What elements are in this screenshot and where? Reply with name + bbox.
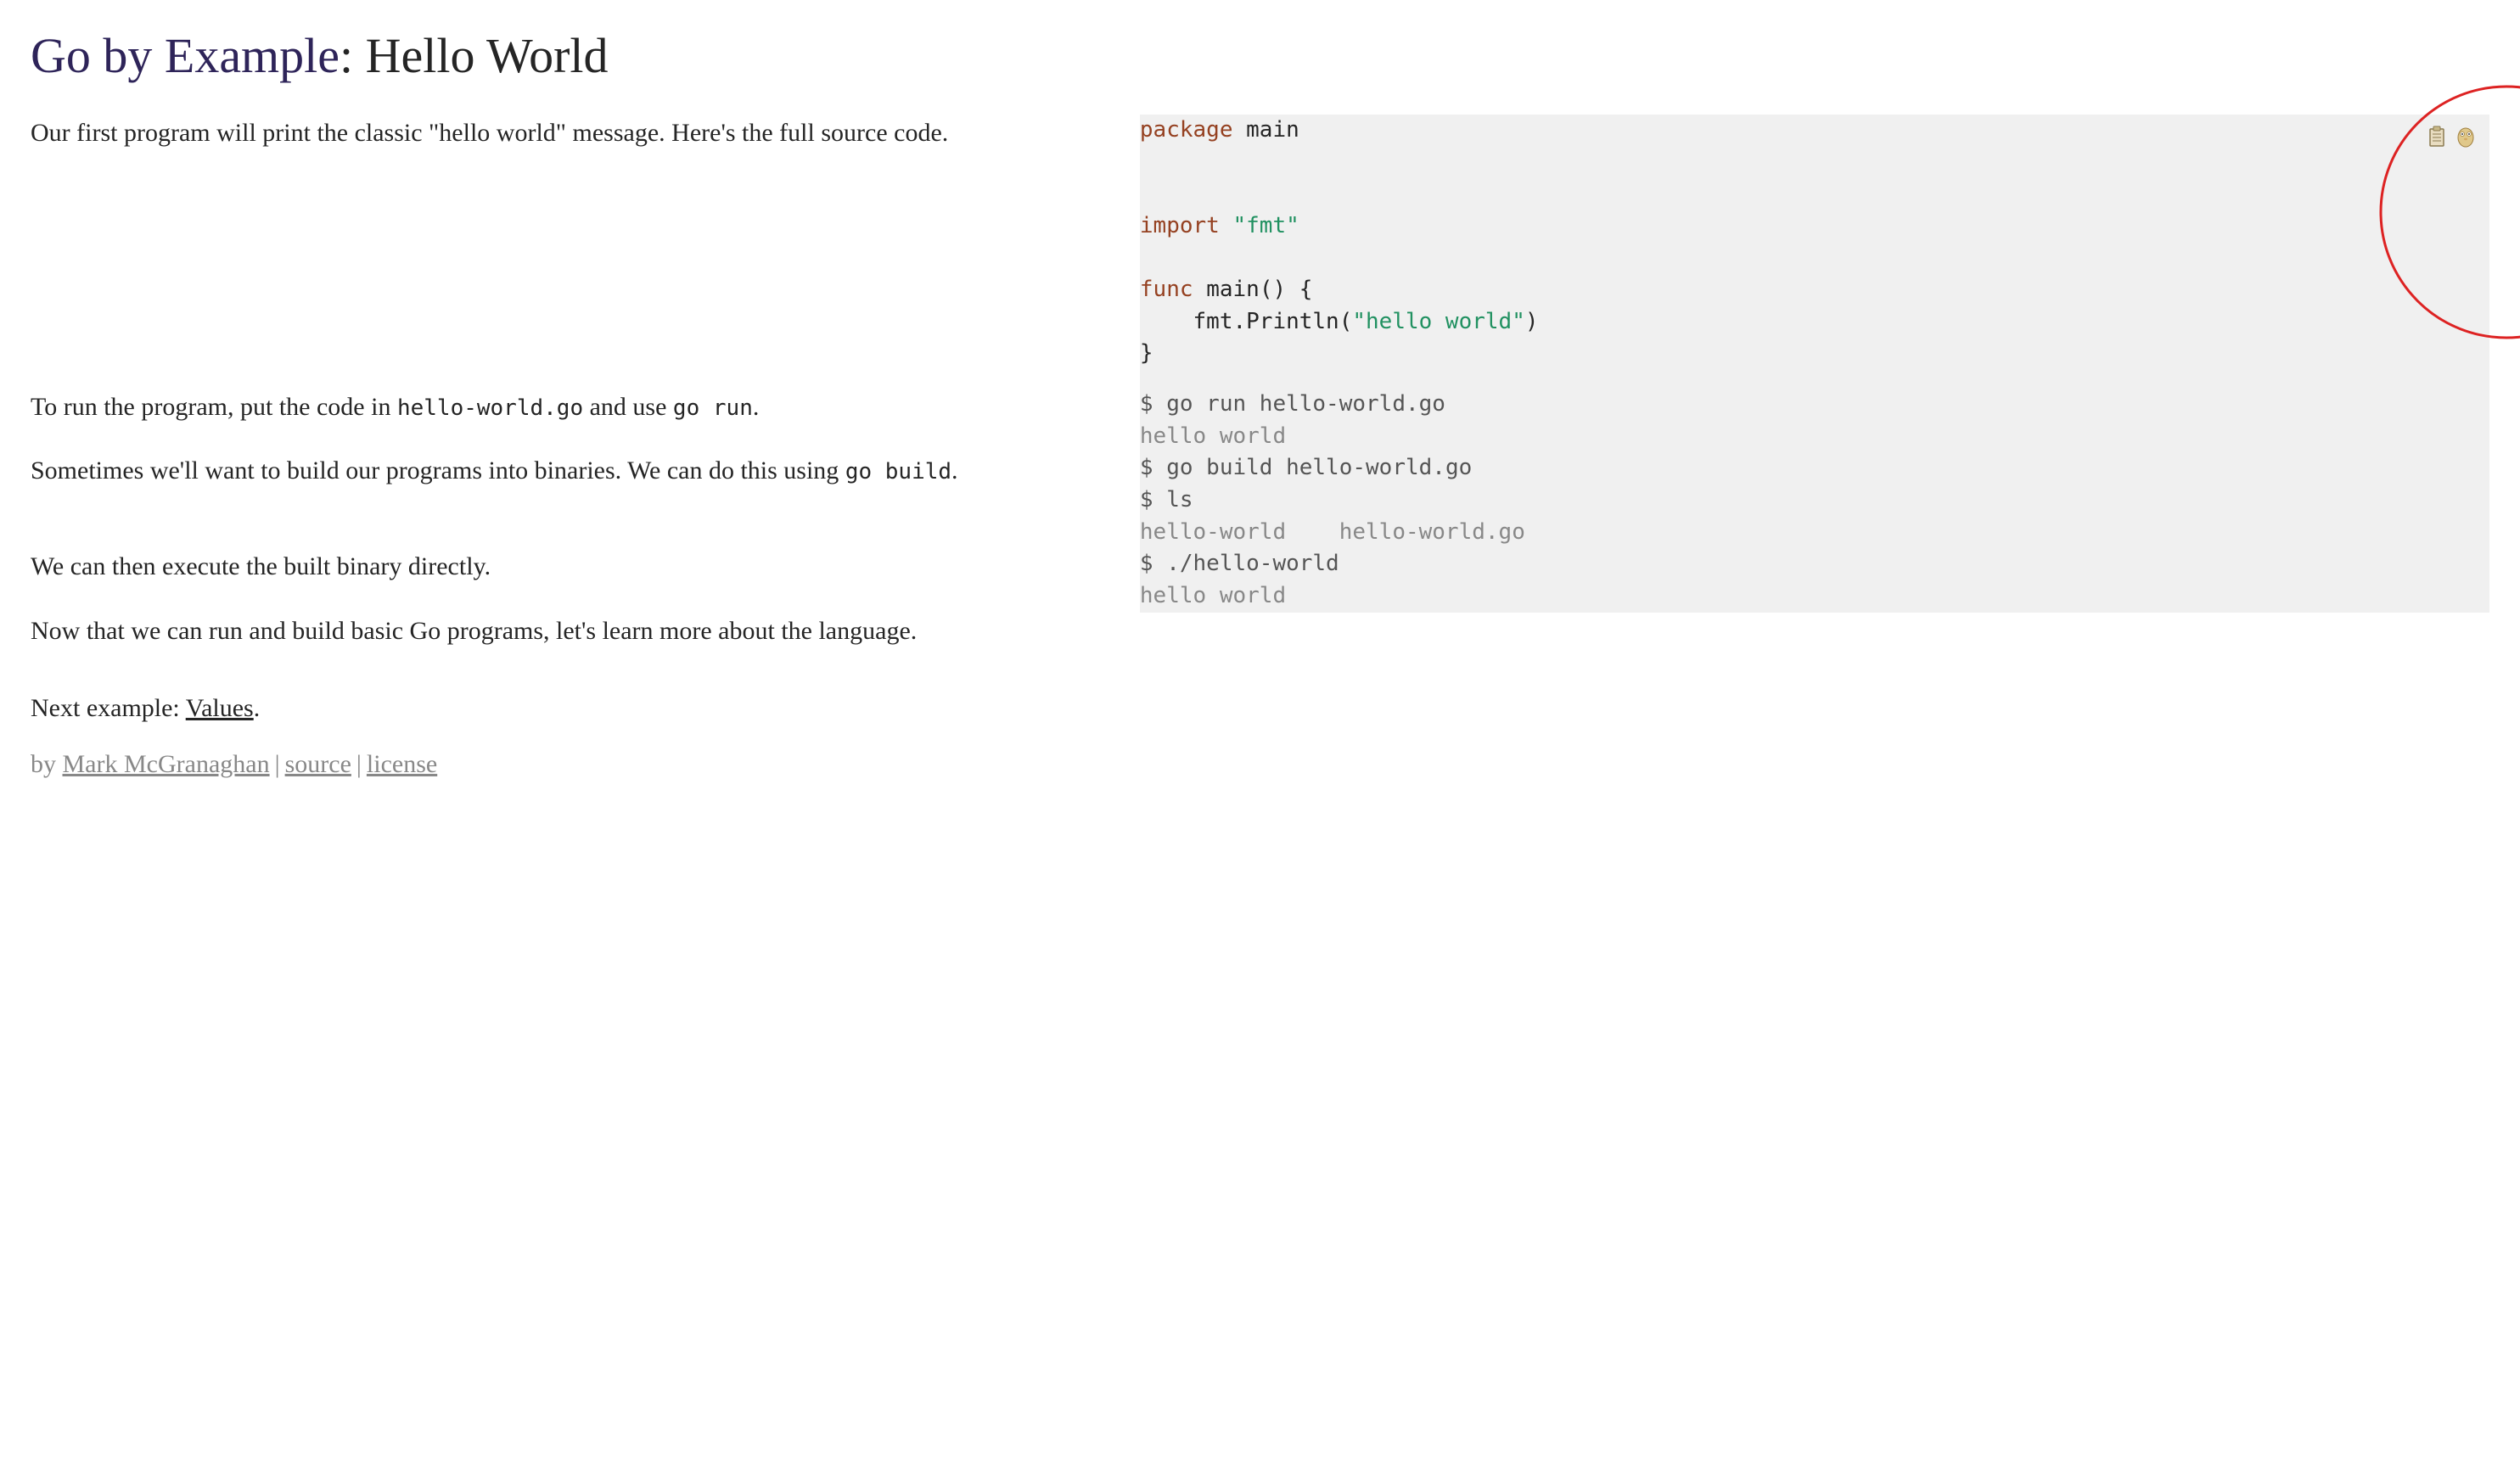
inline-code: go build — [845, 459, 951, 484]
next-label: Next example: — [31, 694, 186, 722]
code-cell — [1140, 613, 2489, 653]
code-cell: Run codepackage main import "fmt" func m… — [1140, 115, 2489, 389]
code-cell: $ go run hello-world.go hello world — [1140, 389, 2489, 452]
footer-sep: | — [351, 750, 367, 778]
shell-output: $ go build hello-world.go $ ls hello-wor… — [1140, 452, 2489, 548]
footer: by Mark McGranaghan|source|license — [31, 746, 2489, 783]
title-sep: : — [340, 28, 366, 83]
gopher-run-icon[interactable] — [2454, 125, 2478, 148]
footer-by: by — [31, 750, 63, 778]
code-cell: $ go build hello-world.go $ ls hello-wor… — [1140, 452, 2489, 548]
content-table: Our first program will print the classic… — [31, 115, 2489, 653]
source-code: package main import "fmt" func main() { … — [1140, 115, 2489, 371]
footer-author-link[interactable]: Mark McGranaghan — [63, 750, 270, 778]
doc-text: Now that we can run and build basic Go p… — [31, 613, 1140, 650]
inline-code: go run — [673, 395, 753, 421]
footer-source-link[interactable]: source — [285, 750, 351, 778]
next-example: Next example: Values. — [31, 690, 2489, 727]
site-link[interactable]: Go by Example — [31, 28, 340, 83]
footer-license-link[interactable]: license — [367, 750, 437, 778]
doc-text: Sometimes we'll want to build our progra… — [31, 452, 1140, 490]
inline-code: hello-world.go — [397, 395, 583, 421]
shell-output: $ go run hello-world.go hello world — [1140, 389, 2489, 452]
page-name: Hello World — [366, 28, 609, 83]
doc-cell: We can then execute the built binary dir… — [31, 548, 1140, 612]
clipboard-icon[interactable] — [2425, 125, 2449, 148]
doc-cell: Sometimes we'll want to build our progra… — [31, 452, 1140, 548]
doc-cell: Now that we can run and build basic Go p… — [31, 613, 1140, 653]
next-suffix: . — [254, 694, 261, 722]
footer-sep: | — [270, 750, 285, 778]
doc-cell: To run the program, put the code in hell… — [31, 389, 1140, 452]
code-cell: $ ./hello-world hello world — [1140, 548, 2489, 612]
doc-text: To run the program, put the code in hell… — [31, 389, 1140, 426]
doc-cell: Our first program will print the classic… — [31, 115, 1140, 389]
next-link[interactable]: Values — [186, 694, 254, 722]
code-icons — [2425, 125, 2478, 148]
doc-text: Our first program will print the classic… — [31, 115, 1140, 152]
shell-output: $ ./hello-world hello world — [1140, 548, 2489, 612]
page-title: Go by Example: Hello World — [31, 25, 2489, 87]
doc-text: We can then execute the built binary dir… — [31, 548, 1140, 585]
